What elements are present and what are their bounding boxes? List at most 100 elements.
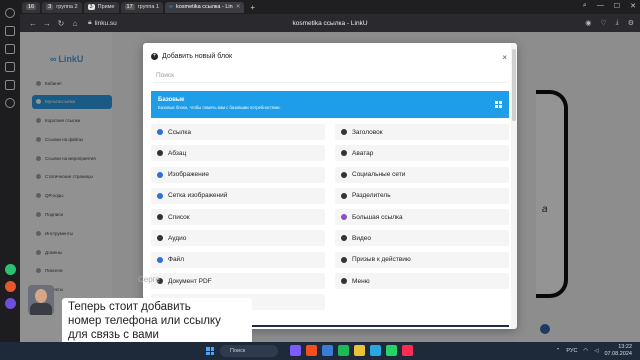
block-type-icon [341, 150, 347, 157]
tab-3[interactable]: 3 Приме [83, 1, 119, 13]
home-icon[interactable]: ⌂ [68, 19, 82, 28]
speed-dial-icon[interactable] [5, 26, 15, 36]
forward-icon[interactable]: → [40, 19, 54, 28]
bookmark-icon[interactable]: ♡ [600, 19, 606, 27]
volume-icon[interactable]: ◁ [594, 348, 598, 354]
block-search-input[interactable]: Поиск [153, 69, 507, 83]
close-modal-button[interactable]: × [502, 53, 507, 62]
reload-icon[interactable]: ↻ [54, 19, 68, 28]
block-option[interactable]: Файл [151, 251, 325, 268]
block-type-icon [341, 171, 347, 178]
block-option[interactable]: Ссылка [151, 124, 325, 140]
block-type-icon [157, 171, 163, 178]
address-bar: ← → ↻ ⌂ 🔒︎ linku.su kosmetika ссылка - L… [20, 14, 640, 32]
tab-4[interactable]: 17 группа 1 [120, 1, 164, 13]
maximize-icon[interactable]: ☐ [614, 2, 620, 10]
browser-sidebar [0, 0, 20, 342]
minimize-icon[interactable]: — [597, 2, 604, 10]
block-option-label: Документ PDF [168, 277, 212, 285]
tray-chevron-icon[interactable]: ⌃ [556, 348, 561, 354]
block-option-label: Сетка изображений [168, 192, 228, 200]
block-option[interactable]: Абзац [151, 145, 325, 162]
block-option-label: Видео [352, 234, 371, 242]
block-option-label: Заголовок [352, 128, 383, 136]
history-icon[interactable] [5, 44, 15, 54]
modal-scrollbar[interactable] [511, 43, 517, 329]
taskbar-app-icon[interactable] [370, 345, 381, 356]
block-type-icon [157, 150, 163, 157]
block-option[interactable]: Список [151, 209, 325, 226]
block-option[interactable]: Документ PDF [151, 273, 325, 290]
whatsapp-icon[interactable] [4, 264, 16, 275]
taskbar-app-icon[interactable] [322, 345, 333, 356]
block-type-icon [341, 192, 347, 199]
block-option[interactable]: Заголовок [335, 124, 509, 140]
block-type-icon [341, 129, 347, 135]
block-option[interactable]: Социальные сети [335, 166, 509, 183]
close-tab-icon[interactable]: ✕ [236, 4, 241, 10]
block-option[interactable]: Видео [335, 230, 509, 247]
settings-icon[interactable]: ⚙ [628, 19, 634, 27]
banner-description: Базовые блоки, чтобы помочь вам с базовы… [158, 105, 281, 110]
block-option[interactable]: Аудио [151, 230, 325, 247]
back-icon[interactable]: ← [26, 19, 40, 28]
new-tab-button[interactable]: + [246, 3, 259, 12]
taskbar-search[interactable]: Поиск [220, 345, 278, 357]
block-option-label: Аудио [168, 234, 187, 242]
block-option[interactable]: Призыв к действию [335, 251, 509, 268]
taskbar-app-icon[interactable] [338, 345, 349, 356]
taskbar-app-icon[interactable] [290, 345, 301, 356]
tab-1[interactable]: 16 [22, 1, 41, 13]
modal-title: Добавить новый блок [162, 53, 233, 60]
windows-taskbar: Поиск ⌃ РУС ◠ ◁ 13:22 07.08.2024 [0, 342, 640, 360]
browser-menu-icon[interactable] [5, 8, 15, 18]
taskbar-app-icon[interactable] [402, 345, 413, 356]
close-window-icon[interactable]: ✕ [630, 2, 636, 10]
extensions-icon[interactable] [5, 98, 15, 108]
app-icon[interactable] [4, 281, 16, 292]
download-icon[interactable]: ⤓ [616, 19, 619, 27]
caption-line: Теперь стоит добавить [68, 301, 191, 313]
taskbar-app-icon[interactable] [306, 345, 317, 356]
modal-header: + Добавить новый блок [151, 53, 232, 60]
webcam-thumbnail [28, 285, 54, 315]
downloads-icon[interactable] [5, 80, 15, 90]
clock[interactable]: 13:22 07.08.2024 [604, 344, 632, 357]
wifi-icon[interactable]: ◠ [583, 348, 588, 354]
block-option[interactable]: Меню [335, 273, 509, 290]
tab-count-badge: 3 [46, 4, 54, 10]
tab-active[interactable]: ∞ kosmetika ссылка - Lin ✕ [165, 1, 245, 13]
block-option-label: Файл [168, 256, 184, 264]
block-type-icon [341, 235, 347, 242]
lock-icon: 🔒︎ [88, 19, 92, 26]
block-option[interactable]: Аватар [335, 145, 509, 162]
url-field[interactable]: 🔒︎ linku.su [88, 17, 117, 29]
add-block-modal: + Добавить новый блок × Поиск Базовые Ба… [143, 43, 517, 329]
block-option[interactable]: Изображение [151, 166, 325, 183]
block-option-label: Большая ссылка [352, 213, 403, 221]
speaker-name: Серге [138, 275, 160, 284]
caption-line: номер телефона или ссылку [68, 315, 221, 327]
search-tabs-icon[interactable]: ⌕ [583, 2, 587, 10]
taskbar-app-icon[interactable] [386, 345, 397, 356]
block-option[interactable]: Сетка изображений [151, 187, 325, 204]
tab-label: группа 1 [137, 4, 160, 10]
category-banner-basic[interactable]: Базовые Базовые блоки, чтобы помочь вам … [151, 91, 509, 118]
tab-count-badge: 17 [124, 4, 135, 10]
bookmarks-icon[interactable] [5, 62, 15, 72]
tab-count-badge: 3 [87, 4, 95, 10]
block-column-right: Заголовок Аватар Социальные сети Разделител… [335, 124, 509, 316]
tab-2[interactable]: 3 группа 2 [42, 1, 82, 13]
language-indicator[interactable]: РУС [566, 348, 577, 354]
block-option[interactable]: Разделитель [335, 187, 509, 204]
app-icon-2[interactable] [4, 298, 16, 309]
block-option-label: Призыв к действию [352, 256, 411, 264]
block-type-icon [157, 129, 163, 135]
banner-title: Базовые [158, 97, 185, 103]
scrollbar-thumb[interactable] [512, 49, 516, 121]
taskbar-app-icon[interactable] [354, 345, 365, 356]
block-option[interactable]: Большая ссылка [335, 209, 509, 226]
block-type-icon [157, 256, 163, 263]
camera-icon[interactable]: ◉ [585, 19, 591, 27]
windows-start-icon[interactable] [206, 347, 214, 355]
